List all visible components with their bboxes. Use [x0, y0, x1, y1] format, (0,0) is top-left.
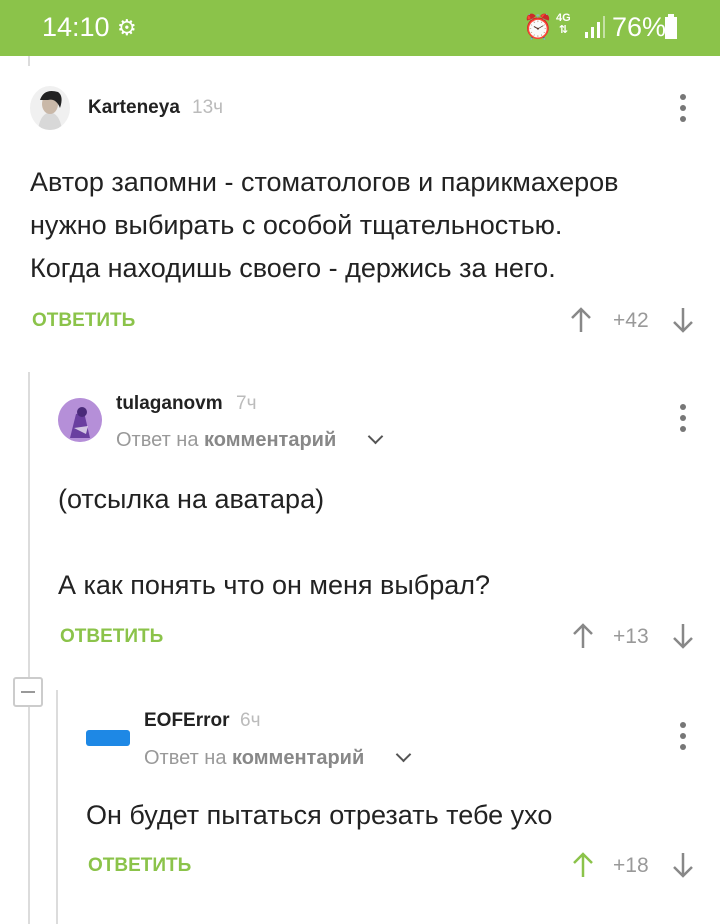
chevron-down-icon[interactable]: [395, 746, 412, 763]
chevron-down-icon[interactable]: [367, 428, 384, 445]
reply-button[interactable]: ОТВЕТИТЬ: [32, 310, 135, 332]
more-options-icon[interactable]: [679, 404, 687, 434]
thread-line-top: [28, 56, 30, 66]
more-options-icon[interactable]: [679, 722, 687, 752]
avatar[interactable]: [58, 398, 102, 442]
comment-time: 6ч: [240, 710, 261, 731]
username[interactable]: tulaganovm: [116, 393, 223, 415]
status-bar: 14:10 ⚙ ⏰ 4G ⇅ 76%: [0, 0, 720, 56]
reply-to-link[interactable]: Ответ на комментарий: [116, 429, 336, 452]
upvote-arrow-icon[interactable]: [572, 622, 594, 650]
avatar[interactable]: [30, 86, 70, 130]
network-type: 4G ⇅: [556, 12, 571, 36]
rating: +18: [613, 854, 649, 877]
thread-line-level2: [56, 690, 58, 924]
comment-time: 13ч: [192, 97, 224, 118]
battery-percent: 76%: [612, 12, 667, 42]
rating: +13: [613, 625, 649, 648]
reply-to-link[interactable]: Ответ на комментарий: [144, 747, 364, 770]
collapse-thread-button[interactable]: [13, 677, 43, 707]
signal-icon: [585, 16, 605, 38]
battery-icon: [665, 14, 677, 39]
downvote-arrow-icon[interactable]: [672, 622, 694, 650]
more-options-icon[interactable]: [679, 94, 687, 124]
downvote-arrow-icon[interactable]: [672, 851, 694, 879]
comment-text: Он будет пытаться отрезать тебе ухо: [86, 800, 553, 830]
wifi-icon: ⚙: [117, 15, 137, 40]
status-time: 14:10: [42, 12, 110, 42]
reply-button[interactable]: ОТВЕТИТЬ: [60, 626, 163, 648]
upvote-arrow-icon[interactable]: [570, 306, 592, 334]
thread-line-level1: [28, 372, 30, 924]
reply-button[interactable]: ОТВЕТИТЬ: [88, 855, 191, 877]
comment-text: (отсылка на аватара) А как понять что он…: [58, 484, 491, 600]
alarm-icon: ⏰: [523, 14, 553, 41]
comment-text: Автор запомни - стоматологов и парикмахе…: [30, 167, 619, 283]
username[interactable]: Karteneya: [88, 97, 180, 119]
upvote-arrow-icon[interactable]: [572, 851, 594, 879]
avatar[interactable]: [86, 716, 130, 760]
downvote-arrow-icon[interactable]: [672, 306, 694, 334]
rating: +42: [613, 309, 649, 332]
username[interactable]: EOFError: [144, 710, 230, 732]
comment-time: 7ч: [236, 393, 257, 414]
